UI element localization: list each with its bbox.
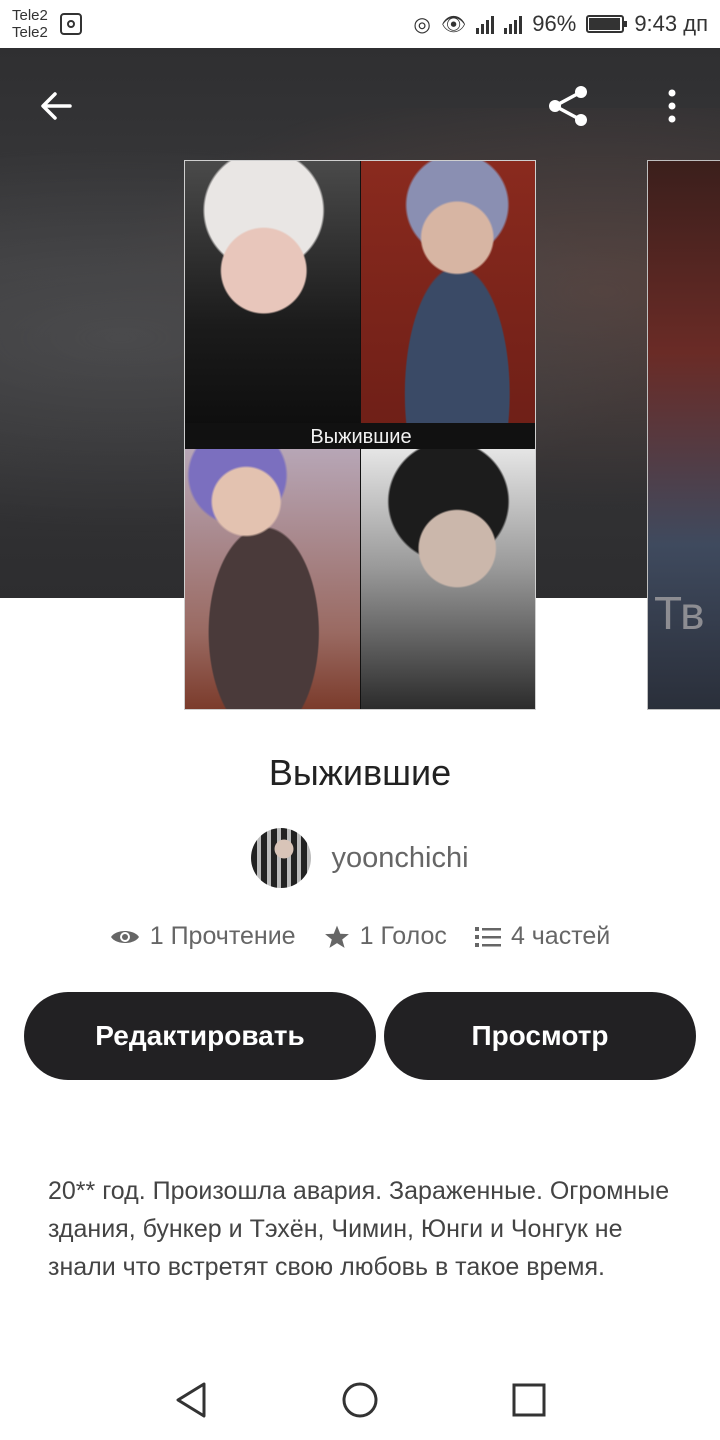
status-right: ◎ 👁 96% 9:43 дп bbox=[413, 11, 708, 37]
nav-recents-icon bbox=[512, 1383, 546, 1417]
edit-button[interactable]: Редактировать bbox=[24, 992, 376, 1080]
signal-2-icon bbox=[504, 14, 523, 34]
nav-home-button[interactable] bbox=[338, 1378, 382, 1422]
reads-stat: 1 Прочтение bbox=[110, 922, 296, 951]
story-description: 20** год. Произошла авария. Зараженные. … bbox=[48, 1177, 670, 1281]
votes-stat: 1 Голос bbox=[324, 922, 447, 951]
carrier-labels: Tele2 Tele2 bbox=[12, 7, 48, 41]
star-icon bbox=[324, 925, 349, 948]
nav-recents-button[interactable] bbox=[507, 1378, 551, 1422]
share-icon bbox=[549, 86, 587, 126]
system-navigation-bar bbox=[0, 1360, 720, 1440]
view-button[interactable]: Просмотр bbox=[384, 992, 696, 1080]
battery-percent: 96% bbox=[532, 11, 577, 36]
cover-title-text: Выжившие bbox=[310, 425, 412, 448]
more-vertical-icon bbox=[668, 89, 676, 123]
carrier-1: Tele2 bbox=[12, 7, 48, 24]
parts-stat: 4 частей bbox=[474, 922, 611, 951]
cover-photo-4 bbox=[361, 449, 535, 709]
next-cover-text: Тв bbox=[654, 587, 705, 639]
story-cover[interactable]: Выжившие bbox=[184, 160, 536, 710]
story-title: Выжившие bbox=[268, 752, 452, 793]
author-name[interactable]: yoonchichi bbox=[331, 842, 468, 875]
clock: 9:43 дп bbox=[634, 11, 708, 36]
nav-back-icon bbox=[176, 1382, 206, 1418]
author-row[interactable]: yoonchichi bbox=[0, 828, 720, 888]
avatar[interactable] bbox=[251, 828, 312, 888]
sim-status-icon bbox=[59, 13, 82, 35]
arrow-left-icon bbox=[41, 92, 72, 120]
cover-title-band: Выжившие bbox=[185, 423, 535, 451]
nav-home-icon bbox=[342, 1382, 378, 1418]
more-options-button[interactable] bbox=[646, 80, 698, 132]
cover-photo-1 bbox=[185, 161, 360, 435]
next-story-cover[interactable]: Тв bbox=[647, 160, 720, 710]
eye-icon bbox=[110, 930, 139, 943]
hotspot-icon: ◎ bbox=[413, 13, 431, 36]
cover-photo-2 bbox=[361, 161, 535, 435]
share-button[interactable] bbox=[542, 80, 594, 132]
battery-icon bbox=[586, 15, 628, 33]
story-stats: 1 Прочтение 1 Голос 4 частей bbox=[0, 922, 720, 951]
status-bar: Tele2 Tele2 ◎ 👁 96% 9:43 дп bbox=[0, 0, 720, 48]
nav-back-button[interactable] bbox=[169, 1378, 213, 1422]
parts-count: 4 частей bbox=[510, 922, 611, 950]
cover-photo-3 bbox=[185, 449, 360, 709]
carrier-2: Tele2 bbox=[12, 24, 48, 41]
back-button[interactable] bbox=[30, 80, 82, 132]
eye-comfort-icon: 👁 bbox=[440, 13, 467, 36]
reads-count: 1 Прочтение bbox=[149, 922, 296, 950]
signal-1-icon bbox=[476, 14, 495, 34]
votes-count: 1 Голос bbox=[359, 922, 447, 950]
list-icon bbox=[474, 926, 501, 947]
